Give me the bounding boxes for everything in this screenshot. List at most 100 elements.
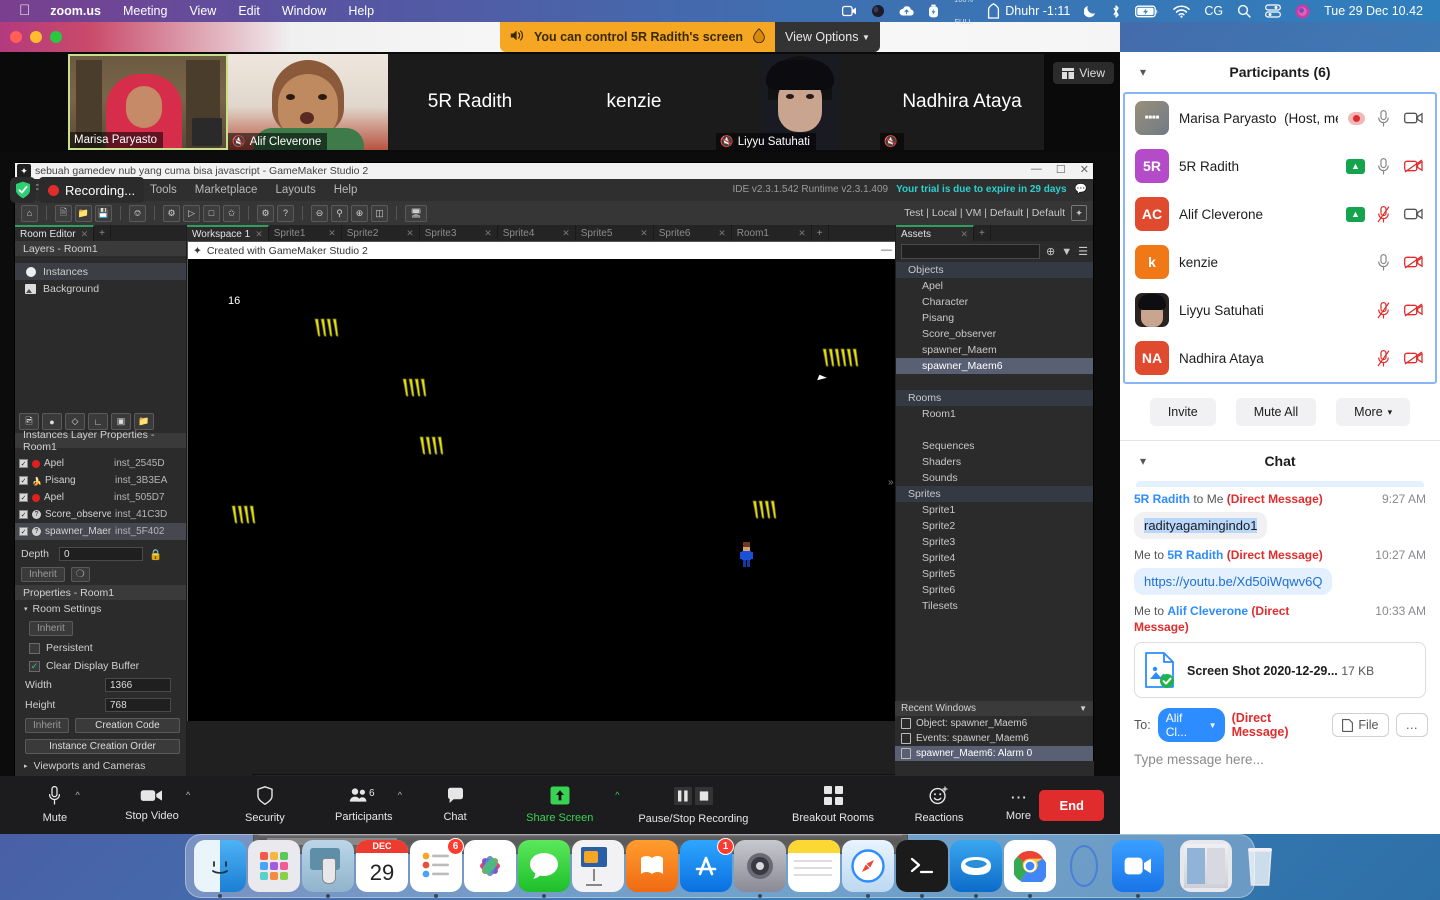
toolbar-chat-button[interactable]: Chat [436, 776, 474, 834]
dock-stack-screenshots[interactable] [1180, 840, 1232, 892]
asset-item[interactable]: Character [896, 294, 1093, 310]
asset-item[interactable]: Sprite4 [896, 550, 1093, 566]
clear-depth-icon[interactable]: ❍ [70, 567, 90, 582]
chat-more-options-button[interactable]: … [1395, 713, 1428, 737]
layer-instances[interactable]: Instances [15, 263, 186, 280]
spotlight-search-icon[interactable] [1230, 4, 1258, 18]
tab-room1[interactable]: Room1 ✕ [732, 225, 812, 241]
close-icon[interactable]: ✕ [798, 228, 806, 239]
apple-menu-icon[interactable]:  [10, 1, 39, 21]
add-path-layer-icon[interactable]: ∟ [88, 413, 108, 430]
camera-off-icon[interactable] [1404, 255, 1423, 269]
open-folder-icon[interactable]: 📁 [75, 204, 92, 222]
dock-app-safari[interactable] [842, 840, 894, 898]
recent-windows-header[interactable]: Recent Windows ▼ [895, 701, 1093, 716]
mute-options-caret-icon[interactable]: ^ [76, 790, 80, 800]
collapse-arrow-icon[interactable]: ▾ [24, 605, 28, 613]
participant-row-marisa[interactable]: ■■■■ Marisa Paryasto (Host, me) [1125, 94, 1435, 142]
menu-item-window[interactable]: Window [271, 0, 337, 22]
microphone-off-icon[interactable] [1377, 349, 1392, 367]
dock-app-system-preferences[interactable] [734, 840, 786, 898]
asset-item[interactable]: Tilesets [896, 598, 1093, 614]
creation-code-button[interactable]: Creation Code [74, 718, 180, 733]
screen-recording-icon[interactable] [835, 5, 864, 17]
debug-icon[interactable]: ⚙ [163, 204, 180, 222]
send-file-button[interactable]: File [1332, 713, 1389, 737]
inherit-button[interactable]: Inherit [29, 621, 73, 636]
run-icon[interactable]: ▷ [183, 204, 200, 222]
new-file-icon[interactable]: 🗎 [55, 204, 72, 222]
depth-input[interactable]: 0 [59, 547, 143, 561]
view-layout-button[interactable]: View [1053, 62, 1114, 84]
dock-app-keynote[interactable] [572, 840, 624, 892]
maximize-window-button[interactable] [50, 31, 62, 43]
toolbar-mute-button[interactable]: Mute ^ [32, 776, 80, 834]
toolbar-more-button[interactable]: ⋯ More [997, 776, 1039, 834]
invite-button[interactable]: Invite [1149, 398, 1216, 426]
asset-item[interactable]: Pisang [896, 310, 1093, 326]
dock-app-photos[interactable] [464, 840, 516, 892]
asset-item[interactable]: Sounds [896, 470, 1093, 486]
bluetooth-icon[interactable] [1104, 4, 1128, 19]
instance-row[interactable]: ✓ Apel inst_505D7 [15, 489, 186, 506]
raise-hand-icon[interactable]: ▲ [1346, 206, 1365, 222]
add-workspace-tab-button[interactable]: + [812, 225, 829, 241]
tab-room-editor[interactable]: Room Editor ✕ [15, 225, 95, 241]
asset-item[interactable]: spawner_Maem [896, 342, 1093, 358]
asset-item[interactable]: Sprite2 [896, 518, 1093, 534]
preferences-gear-icon[interactable]: ⚙ [257, 204, 274, 222]
chat-file-attachment[interactable]: Screen Shot 2020-12-29... 17 KB [1134, 642, 1426, 698]
gms-trial-notice[interactable]: Your trial is due to expire in 29 days [896, 179, 1066, 201]
toolbar-share-screen-button[interactable]: Share Screen ^ [512, 776, 619, 834]
chat-message-input[interactable]: Type message here... [1120, 742, 1440, 777]
room-settings-group[interactable]: ▾ Room Settings [15, 600, 186, 618]
dock-trash[interactable] [1234, 840, 1286, 892]
menu-hamburger-icon[interactable]: ☰ [1078, 245, 1088, 258]
participants-options-caret-icon[interactable]: ^ [398, 790, 402, 800]
game-canvas[interactable]: 16 [188, 259, 961, 721]
gamemaker-window-controls[interactable]: — ☐ ✕ [1031, 163, 1089, 176]
add-tile-layer-icon[interactable]: ◇ [65, 413, 85, 430]
collapse-chat-icon[interactable]: ▾ [1140, 454, 1146, 468]
security-shield-badge[interactable] [10, 177, 36, 203]
toolbar-reactions-button[interactable]: Reactions [907, 776, 972, 834]
mute-all-button[interactable]: Mute All [1235, 398, 1317, 426]
minimize-window-button[interactable] [30, 31, 42, 43]
video-options-caret-icon[interactable]: ^ [186, 790, 190, 800]
camera-off-icon[interactable] [1404, 159, 1423, 173]
asset-item[interactable]: Sequences [896, 438, 1093, 454]
minimize-icon[interactable]: — [881, 242, 892, 259]
participants-list[interactable]: ■■■■ Marisa Paryasto (Host, me) 5R 5R Ra… [1123, 92, 1437, 384]
toolbar-pause-stop-recording-button[interactable]: Pause/Stop Recording [631, 776, 755, 834]
camera-off-icon[interactable] [1404, 303, 1423, 317]
close-icon[interactable]: ✕ [718, 228, 726, 239]
instance-creation-order-button[interactable]: Instance Creation Order [25, 739, 180, 754]
video-tile-nadhira[interactable]: Nadhira Ataya 🔇 [880, 54, 1044, 150]
gms-menu-layouts[interactable]: Layouts [266, 179, 324, 201]
dock-app-reminders[interactable]: 6 [410, 838, 464, 898]
instance-row[interactable]: ✓ Apel inst_2545D [15, 455, 186, 472]
asset-item[interactable]: Shaders [896, 454, 1093, 470]
participant-row-5r-radith[interactable]: 5R 5R Radith ▲ [1125, 142, 1435, 190]
camera-icon[interactable] [1404, 111, 1423, 125]
dock-app-calendar[interactable]: DEC 29 [356, 840, 408, 892]
microphone-off-icon[interactable] [1377, 301, 1392, 319]
video-tile-alif[interactable]: 🔇 Alif Cleverone [228, 54, 388, 150]
asset-item[interactable]: Score_observer [896, 326, 1093, 342]
window-traffic-lights[interactable] [10, 31, 62, 43]
participant-row-kenzie[interactable]: k kenzie [1125, 238, 1435, 286]
layer-background[interactable]: Background [15, 280, 186, 297]
asset-item[interactable]: spawner_Maem6 [896, 358, 1093, 374]
add-tab-button[interactable]: + [94, 225, 111, 241]
assets-search-input[interactable] [901, 244, 1041, 259]
collapse-participants-icon[interactable]: ▾ [1140, 65, 1146, 79]
restore-icon[interactable]: ☐ [1056, 163, 1066, 176]
asset-item[interactable]: Sprite5 [896, 566, 1093, 582]
inherit-button[interactable]: Inherit [21, 567, 65, 582]
close-icon[interactable]: ✕ [255, 229, 263, 240]
visibility-checkbox[interactable]: ✓ [19, 493, 28, 502]
close-icon[interactable]: ✕ [562, 228, 570, 239]
filter-icon[interactable]: ▼ [1061, 246, 1072, 258]
zoom-fit-icon[interactable]: ◫ [371, 204, 388, 222]
end-meeting-button[interactable]: End [1039, 789, 1104, 821]
